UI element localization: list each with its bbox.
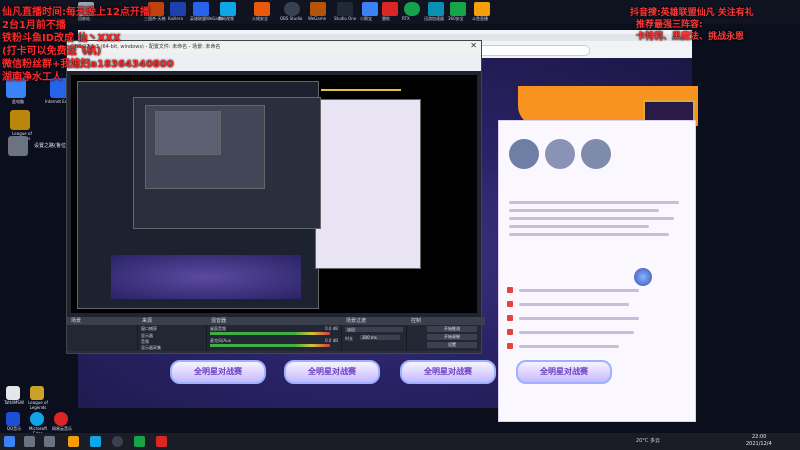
task-view-icon[interactable] — [44, 436, 55, 447]
nested-preview — [155, 111, 221, 155]
desktop-icon-label: 迅游加速器 — [424, 16, 444, 21]
list-bullet-icon — [507, 301, 513, 307]
nested-page-bg — [111, 255, 301, 299]
mixer-value: 0.0 dB — [325, 338, 338, 343]
app-icon[interactable] — [382, 2, 398, 16]
banner-button[interactable]: 全明星对战赛 — [284, 360, 380, 384]
transitions-dock: 淡出 时长 300 ms — [342, 325, 407, 351]
overlay-line: 湖南净水工人 — [2, 72, 62, 83]
lol-icon[interactable] — [10, 110, 30, 130]
obs-preview[interactable] — [71, 75, 477, 313]
preview-guide — [321, 89, 401, 91]
app-icon[interactable] — [474, 2, 490, 16]
close-icon[interactable]: ✕ — [470, 41, 477, 50]
desktop-icon-label: 360安全 — [448, 16, 464, 21]
video-icon[interactable] — [220, 2, 236, 16]
weather-text: 20°C 多云 — [636, 438, 660, 444]
explorer-icon[interactable] — [68, 436, 79, 447]
fire-icon[interactable] — [254, 2, 270, 16]
app-icon[interactable] — [428, 2, 444, 16]
nested-panel — [315, 99, 421, 269]
avatar[interactable] — [509, 139, 539, 169]
desktop-icon-label: 雷蛇 — [382, 16, 390, 21]
app-icon[interactable] — [404, 2, 420, 16]
lol-icon[interactable] — [30, 386, 44, 400]
duration-label: 时长 — [345, 336, 353, 341]
desktop: { "overlay_left": { "line1": "仙凡直播时间:每天晚… — [0, 0, 800, 450]
start-recording-button[interactable]: 开始录制 — [427, 334, 477, 340]
settings-button[interactable]: 设置 — [427, 342, 477, 348]
start-icon[interactable] — [4, 436, 15, 447]
app-icon[interactable] — [362, 2, 378, 16]
app-icon[interactable] — [193, 2, 209, 16]
banner-button[interactable]: 全明星对战赛 — [516, 360, 612, 384]
app-icon[interactable] — [170, 2, 186, 16]
taskbar: 20°C 多云 22:00 2021/12/4 — [0, 433, 800, 450]
edge-icon[interactable] — [30, 412, 44, 426]
edge-icon[interactable] — [90, 436, 101, 447]
desktop-icon-label: 小鹅宝 — [360, 16, 372, 21]
list-bullet-icon — [507, 315, 513, 321]
obs-docks: 场景 来源 窗口捕获 显示器 音频 显示器采集 混音器 桌面音频 0.0 dB … — [67, 317, 485, 353]
mixer-dock: 桌面音频 0.0 dB 麦克风/Aux 0.0 dB — [207, 325, 342, 351]
app-icon[interactable] — [8, 136, 28, 156]
clock-date[interactable]: 2021/12/4 — [746, 441, 772, 447]
banner-button[interactable]: 全明星对战赛 — [400, 360, 496, 384]
controls-header: 控制 — [407, 317, 485, 325]
desktop-icon-label: League of Legends — [28, 400, 48, 410]
source-item[interactable]: 显示器采集 — [138, 345, 206, 351]
transition-select[interactable]: 淡出 — [345, 327, 403, 332]
scenes-header: 场景 — [67, 317, 141, 325]
app-icon[interactable] — [156, 436, 167, 447]
desktop-icon-label: WeGame — [308, 16, 327, 21]
transitions-header: 场景过渡 — [342, 317, 410, 325]
obs-icon[interactable] — [112, 436, 123, 447]
volume-meter — [210, 344, 330, 347]
duration-input[interactable]: 300 ms — [360, 335, 400, 340]
desktop-icon-label: 网易云音乐 — [52, 426, 72, 431]
volume-meter — [210, 332, 330, 335]
desktop-icon-label: 火绒安全 — [252, 16, 268, 21]
overlay-line: 卡特莉、黑魔法、挑战永恩 — [636, 32, 745, 42]
search-icon[interactable] — [24, 436, 35, 447]
obs-window: OBS 27.1.3 (64-bit, windows) - 配置文件: 未命名… — [66, 40, 485, 354]
desktop-icon-label: OBS Studio — [280, 16, 303, 21]
music-icon[interactable] — [6, 412, 20, 426]
sources-dock[interactable]: 窗口捕获 显示器 音频 显示器采集 — [138, 325, 207, 351]
start-streaming-button[interactable]: 开始推流 — [427, 326, 477, 332]
banner-button[interactable]: 全明星对战赛 — [170, 360, 266, 384]
avatar[interactable] — [545, 139, 575, 169]
app-icon[interactable] — [134, 436, 145, 447]
desktop-icon-label: 斗鱼直播 — [472, 16, 488, 21]
list-bullet-icon — [507, 343, 513, 349]
app-icon[interactable] — [148, 2, 164, 16]
obs-icon[interactable] — [284, 2, 300, 16]
desktop-icon-label: Kaillera — [168, 16, 183, 21]
desktop-icon-label: 此电脑 — [12, 99, 24, 104]
avatar[interactable] — [581, 139, 611, 169]
music-icon[interactable] — [54, 412, 68, 426]
controls-dock: 开始推流 开始录制 设置 — [407, 325, 481, 351]
decor-orb — [634, 268, 652, 286]
mixer-value: 0.0 dB — [325, 326, 338, 331]
clock-time[interactable]: 22:00 — [752, 434, 766, 440]
obs-title-bar: OBS 27.1.3 (64-bit, windows) - 配置文件: 未命名… — [67, 41, 481, 53]
sources-header: 来源 — [138, 317, 210, 325]
shield-icon[interactable] — [450, 2, 466, 16]
file-icon[interactable] — [6, 386, 20, 400]
scenes-dock[interactable] — [67, 325, 138, 351]
source-item[interactable]: 窗口捕获 — [138, 325, 206, 333]
wegame-icon[interactable] — [310, 2, 326, 16]
desktop-icon-label: 腾讯视频 — [218, 16, 234, 21]
list-bullet-icon — [507, 287, 513, 293]
desktop-icon-label: RTX — [402, 16, 410, 21]
app-icon[interactable] — [337, 2, 353, 16]
mixer-header: 混音器 — [207, 317, 345, 325]
list-bullet-icon — [507, 329, 513, 335]
desktop-icon-label: Studio One — [334, 16, 357, 21]
